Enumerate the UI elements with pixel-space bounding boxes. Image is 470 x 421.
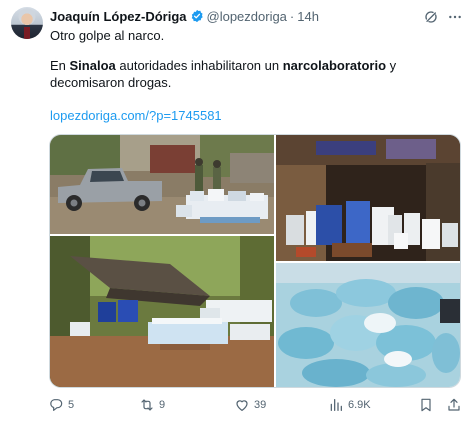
like-button[interactable]: 39 bbox=[234, 394, 266, 416]
tweet[interactable]: Joaquín López-Dóriga @lopezdoriga · 14h … bbox=[0, 0, 470, 421]
media-photo-4[interactable] bbox=[276, 263, 460, 387]
reply-count: 5 bbox=[68, 399, 75, 411]
reply-button[interactable]: 5 bbox=[48, 394, 74, 416]
verified-badge-icon bbox=[191, 9, 203, 23]
text-segment: autoridades inhabilitaron un bbox=[115, 58, 283, 73]
author-avatar[interactable] bbox=[11, 7, 43, 39]
author-handle[interactable]: @lopezdoriga bbox=[207, 9, 287, 24]
tweet-actions: 5 9 39 6.9K bbox=[0, 394, 470, 416]
tweet-link[interactable]: lopezdoriga.com/?p=1745581 bbox=[50, 107, 222, 124]
share-button[interactable] bbox=[446, 394, 466, 416]
bookmark-button[interactable] bbox=[418, 394, 438, 416]
reply-icon bbox=[50, 399, 63, 411]
repost-count: 9 bbox=[159, 399, 166, 411]
views-count: 6.9K bbox=[348, 399, 371, 411]
repost-icon bbox=[141, 399, 153, 411]
share-icon bbox=[448, 398, 460, 411]
author-name[interactable]: Joaquín López-Dóriga bbox=[50, 9, 187, 24]
separator-dot: · bbox=[289, 8, 295, 24]
media-photo-2[interactable] bbox=[276, 135, 460, 261]
text-segment: En bbox=[50, 58, 70, 73]
media-grid bbox=[49, 134, 461, 388]
tweet-header: Joaquín López-Dóriga @lopezdoriga · 14h bbox=[50, 7, 319, 25]
text-bold-location: Sinaloa bbox=[69, 58, 116, 73]
media-photo-3[interactable] bbox=[50, 236, 274, 387]
grok-icon[interactable] bbox=[423, 9, 439, 25]
more-icon[interactable] bbox=[447, 9, 463, 25]
views-icon bbox=[330, 399, 342, 411]
tweet-timestamp[interactable]: 14h bbox=[297, 9, 319, 24]
tweet-text-line: Otro golpe al narco. bbox=[50, 28, 165, 43]
text-bold-keyword: narcolaboratorio bbox=[282, 58, 387, 73]
tweet-text-paragraph: En Sinaloa autoridades inhabilitaron un … bbox=[50, 57, 460, 91]
like-count: 39 bbox=[254, 399, 267, 411]
heart-icon bbox=[236, 400, 248, 411]
media-photo-1[interactable] bbox=[50, 135, 274, 234]
views-button[interactable]: 6.9K bbox=[328, 394, 371, 416]
repost-button[interactable]: 9 bbox=[139, 394, 165, 416]
bookmark-icon bbox=[421, 398, 431, 412]
